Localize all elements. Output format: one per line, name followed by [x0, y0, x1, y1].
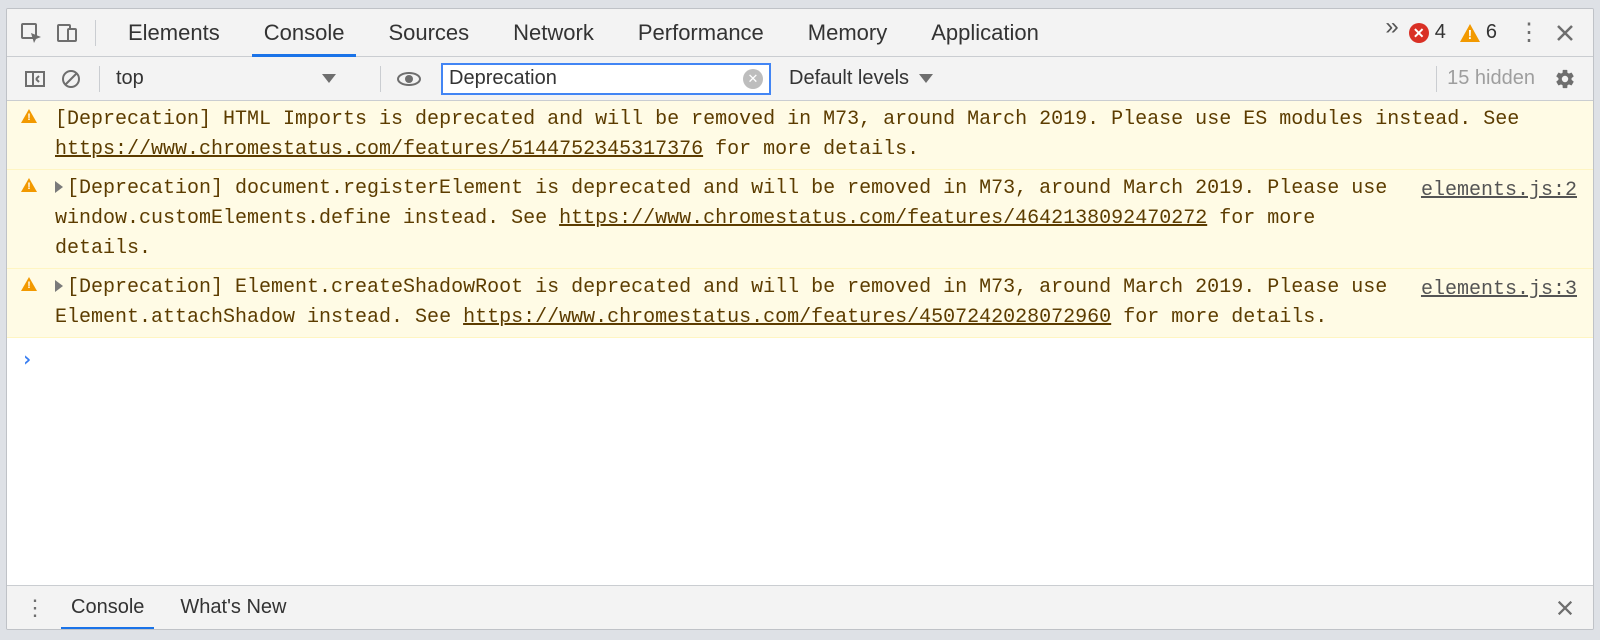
- tab-performance[interactable]: Performance: [616, 9, 786, 57]
- tab-application[interactable]: Application: [909, 9, 1061, 57]
- expand-icon[interactable]: [55, 181, 63, 193]
- message-text: [Deprecation] Element.createShadowRoot i…: [55, 273, 1391, 333]
- main-tabs-bar: ElementsConsoleSourcesNetworkPerformance…: [7, 9, 1593, 57]
- drawer-tab-console[interactable]: Console: [53, 586, 162, 630]
- error-icon: ✕: [1409, 23, 1429, 43]
- filter-input[interactable]: Deprecation ✕: [441, 63, 771, 95]
- warning-icon: [1460, 24, 1480, 42]
- message-link[interactable]: https://www.chromestatus.com/features/46…: [559, 207, 1207, 230]
- console-message: [Deprecation] document.registerElement i…: [7, 170, 1593, 269]
- warning-count: 6: [1486, 21, 1497, 44]
- message-link[interactable]: https://www.chromestatus.com/features/45…: [463, 306, 1111, 329]
- chevron-down-icon: [919, 74, 933, 83]
- more-tabs-icon[interactable]: »: [1375, 9, 1408, 45]
- error-count-badge[interactable]: ✕ 4: [1409, 21, 1460, 44]
- warning-count-badge[interactable]: 6: [1460, 21, 1511, 44]
- close-drawer-icon[interactable]: [1547, 590, 1583, 626]
- toggle-device-toolbar-icon[interactable]: [49, 15, 85, 51]
- tab-memory[interactable]: Memory: [786, 9, 909, 57]
- execution-context-select[interactable]: top: [110, 63, 370, 94]
- clear-console-icon[interactable]: [53, 61, 89, 97]
- console-message: [Deprecation] Element.createShadowRoot i…: [7, 269, 1593, 338]
- tab-elements[interactable]: Elements: [106, 9, 242, 57]
- context-label: top: [116, 67, 144, 90]
- message-text: [Deprecation] HTML Imports is deprecated…: [55, 105, 1577, 165]
- levels-label: Default levels: [789, 67, 909, 90]
- log-levels-select[interactable]: Default levels: [789, 67, 933, 90]
- message-source-link[interactable]: elements.js:3: [1391, 273, 1577, 305]
- tab-sources[interactable]: Sources: [366, 9, 491, 57]
- tab-network[interactable]: Network: [491, 9, 616, 57]
- console-toolbar: top Deprecation ✕ Default levels 15 hidd…: [7, 57, 1593, 101]
- divider: [95, 20, 96, 46]
- prompt-chevron-icon: ›: [21, 344, 33, 374]
- drawer-menu-icon[interactable]: ⋮: [17, 590, 53, 626]
- hidden-messages-count[interactable]: 15 hidden: [1447, 67, 1535, 90]
- console-prompt[interactable]: ›: [7, 338, 1593, 380]
- drawer-tabs-bar: ⋮ ConsoleWhat's New: [7, 585, 1593, 629]
- message-source-link[interactable]: elements.js:2: [1391, 174, 1577, 206]
- kebab-menu-icon[interactable]: ⋮: [1511, 15, 1547, 51]
- warning-icon: [21, 178, 37, 192]
- live-expression-icon[interactable]: [391, 61, 427, 97]
- console-output: [Deprecation] HTML Imports is deprecated…: [7, 101, 1593, 585]
- console-message: [Deprecation] HTML Imports is deprecated…: [7, 101, 1593, 170]
- inspect-element-icon[interactable]: [13, 15, 49, 51]
- divider: [380, 66, 381, 92]
- filter-text[interactable]: Deprecation: [449, 67, 737, 90]
- warning-icon: [21, 277, 37, 291]
- close-devtools-icon[interactable]: [1547, 15, 1583, 51]
- message-text: [Deprecation] document.registerElement i…: [55, 174, 1391, 264]
- divider: [99, 66, 100, 92]
- tab-console[interactable]: Console: [242, 9, 367, 57]
- warning-icon: [21, 109, 37, 123]
- error-count: 4: [1435, 21, 1446, 44]
- message-link[interactable]: https://www.chromestatus.com/features/51…: [55, 138, 703, 161]
- expand-icon[interactable]: [55, 280, 63, 292]
- clear-filter-icon[interactable]: ✕: [743, 69, 763, 89]
- console-settings-icon[interactable]: [1547, 61, 1583, 97]
- drawer-tab-what-s-new[interactable]: What's New: [162, 586, 304, 630]
- divider: [1436, 66, 1437, 92]
- chevron-down-icon: [322, 74, 336, 83]
- toggle-console-sidebar-icon[interactable]: [17, 61, 53, 97]
